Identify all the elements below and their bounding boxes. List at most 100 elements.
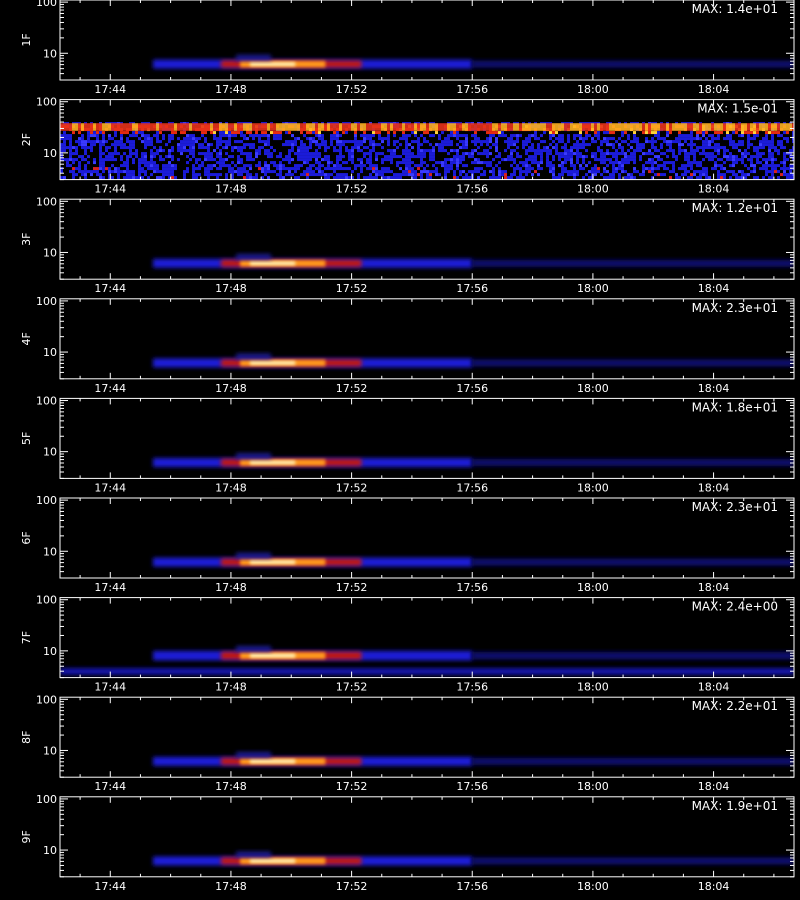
pixel-cell (291, 146, 294, 150)
pixel-cell (570, 155, 573, 159)
pixel-cell (321, 143, 324, 147)
pixel-cell (381, 167, 384, 171)
pixel-cell (405, 170, 408, 174)
pixel-cell (642, 173, 645, 177)
pixel-cell (525, 140, 528, 144)
pixel-cell (450, 158, 453, 162)
pixel-cell (66, 161, 69, 165)
band-cell (501, 123, 504, 131)
pixel-cell (273, 164, 276, 168)
pixel-cell (573, 176, 576, 180)
pixel-cell (492, 143, 495, 147)
pixel-cell (96, 134, 99, 138)
band-cell (186, 123, 189, 131)
pixel-cell (696, 131, 699, 135)
pixel-cell (363, 164, 366, 168)
pixel-cell (654, 134, 657, 138)
pixel-cell (399, 161, 402, 165)
pixel-cell (126, 131, 129, 135)
pixel-cell (675, 140, 678, 144)
pixel-cell (375, 173, 378, 177)
pixel-cell (519, 167, 522, 171)
pixel-cell (717, 152, 720, 156)
pixel-cell (420, 161, 423, 165)
pixel-cell (201, 152, 204, 156)
pixel-cell (705, 140, 708, 144)
pixel-cell (168, 164, 171, 168)
pixel-cell (246, 164, 249, 168)
pixel-cell (741, 170, 744, 174)
band-cell (657, 123, 660, 131)
pixel-cell (561, 134, 564, 138)
pixel-cell (240, 161, 243, 165)
pixel-cell (183, 137, 186, 141)
pixel-cell (228, 170, 231, 174)
pixel-cell (438, 134, 441, 138)
pixel-cell (339, 164, 342, 168)
pixel-cell (492, 131, 495, 135)
pixel-cell (531, 143, 534, 147)
pixel-cell (630, 176, 633, 180)
band-cell (108, 123, 111, 131)
pixel-cell (426, 176, 429, 180)
pixel-cell (363, 137, 366, 141)
pixel-cell (540, 155, 543, 159)
burst-glow (236, 353, 272, 360)
pixel-cell (357, 140, 360, 144)
pixel-cell (213, 137, 216, 141)
pixel-cell (783, 164, 786, 168)
pixel-cell (105, 149, 108, 153)
pixel-cell (453, 134, 456, 138)
pixel-cell (357, 176, 360, 180)
pixel-cell (633, 149, 636, 153)
x-tick-label: 17:56 (456, 183, 488, 196)
pixel-cell (357, 149, 360, 153)
pixel-cell (474, 167, 477, 171)
pixel-cell (462, 146, 465, 150)
x-tick-label: 17:56 (456, 880, 488, 893)
pixel-cell (423, 149, 426, 153)
pixel-cell (222, 158, 225, 162)
pixel-cell (450, 164, 453, 168)
pixel-cell (387, 176, 390, 180)
pixel-cell (237, 140, 240, 144)
pixel-cell (192, 137, 195, 141)
pixel-cell (633, 137, 636, 141)
pixel-cell (738, 158, 741, 162)
pixel-cell (234, 164, 237, 168)
pixel-cell (612, 167, 615, 171)
pixel-cell (663, 140, 666, 144)
pixel-cell (459, 140, 462, 144)
pixel-cell (351, 158, 354, 162)
pixel-cell (189, 149, 192, 153)
pixel-cell (249, 158, 252, 162)
pixel-cell (654, 146, 657, 150)
pixel-cell (339, 173, 342, 177)
pixel-cell (426, 149, 429, 153)
band-cell (534, 123, 537, 131)
pixel-cell (198, 173, 201, 177)
band-cell (279, 123, 282, 131)
pixel-cell (93, 158, 96, 162)
pixel-cell (489, 146, 492, 150)
pixel-cell (576, 155, 579, 159)
pixel-cell (714, 167, 717, 171)
pixel-cell (783, 170, 786, 174)
pixel-cell (372, 143, 375, 147)
pixel-cell (456, 155, 459, 159)
pixel-cell (690, 131, 693, 135)
pixel-cell (744, 164, 747, 168)
pixel-cell (276, 164, 279, 168)
pixel-cell (282, 158, 285, 162)
pixel-cell (537, 161, 540, 165)
pixel-cell (633, 161, 636, 165)
x-tick-label: 17:44 (94, 282, 126, 295)
pixel-cell (126, 140, 129, 144)
band-cell (552, 123, 555, 131)
y-tick-label: 100 (36, 793, 57, 806)
pixel-cell (207, 143, 210, 147)
pixel-cell (312, 164, 315, 168)
pixel-cell (591, 140, 594, 144)
pixel-cell (534, 170, 537, 174)
pixel-cell (393, 134, 396, 138)
